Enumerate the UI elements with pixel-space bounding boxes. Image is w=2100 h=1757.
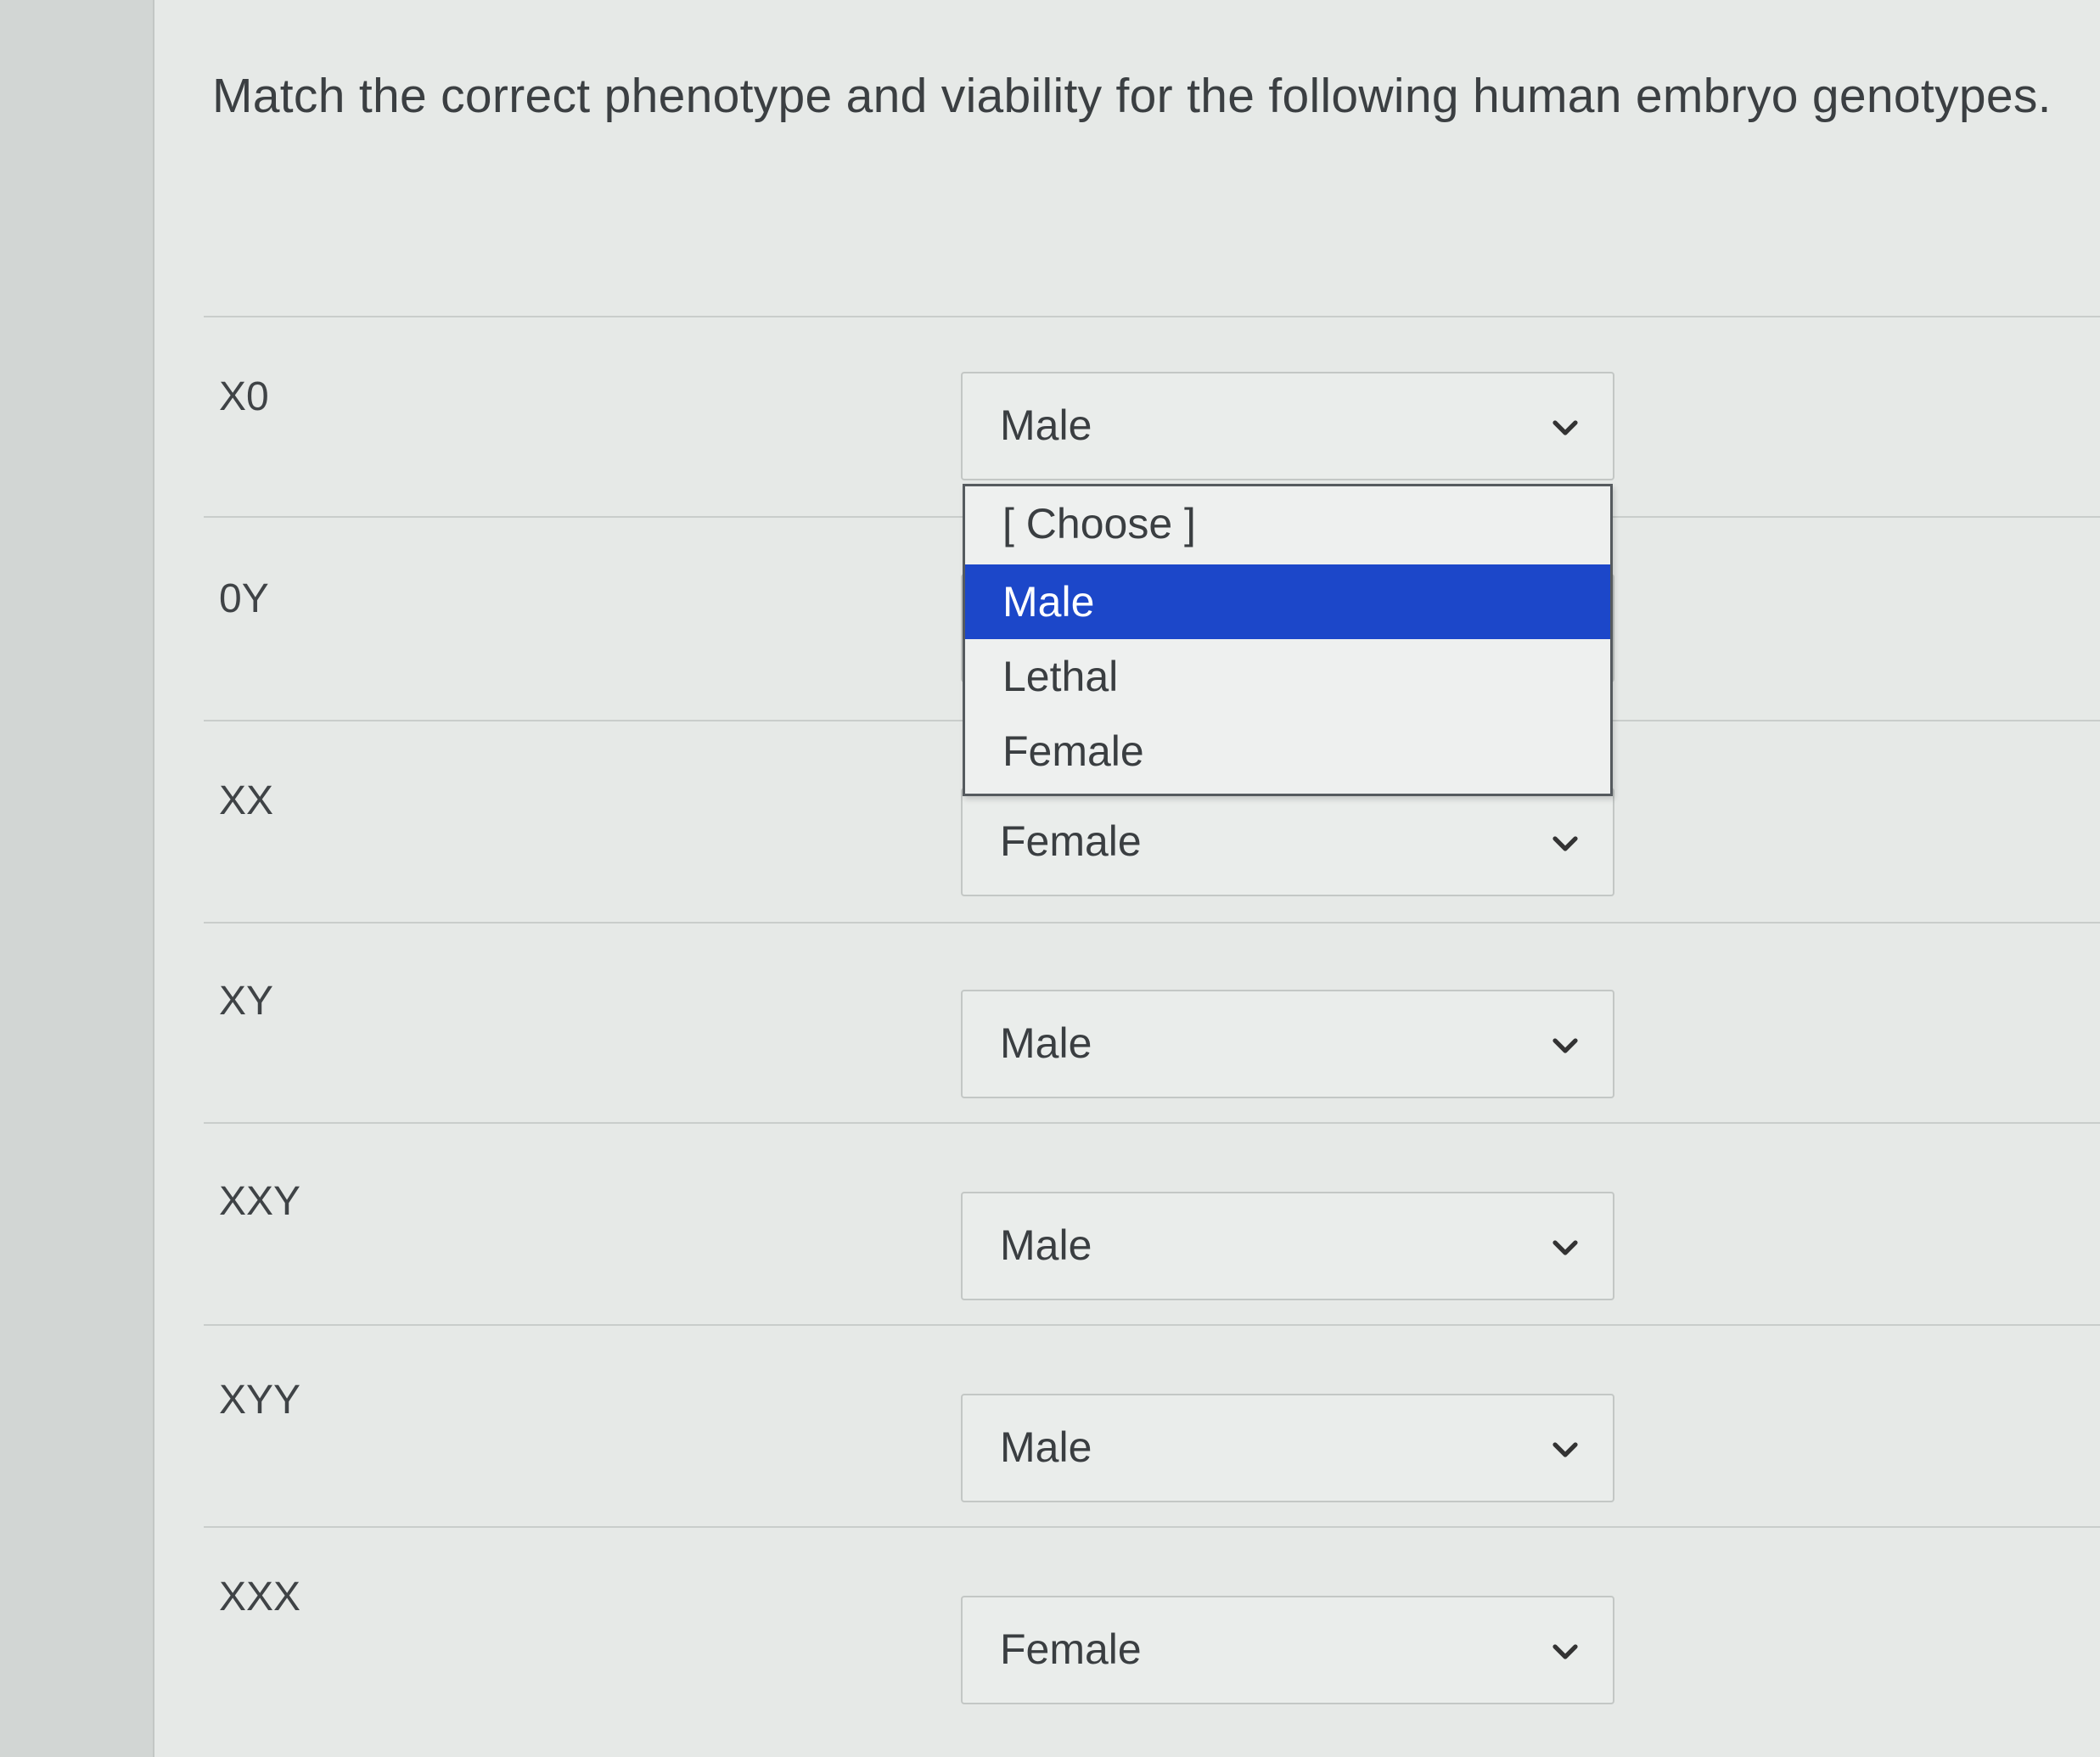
chevron-down-icon: [1553, 836, 1578, 851]
row-divider: [204, 316, 2100, 317]
phenotype-select-x0[interactable]: Male: [961, 372, 1614, 480]
row-divider: [204, 1122, 2100, 1124]
select-value: Female: [1000, 817, 1142, 865]
genotype-label-xx: XX: [219, 778, 274, 823]
dropdown-options-list: [ Choose ] Male Lethal Female: [963, 484, 1613, 796]
genotype-label-xxy: XXY: [219, 1179, 301, 1224]
genotype-label-xxx: XXX: [219, 1575, 301, 1619]
row-divider: [204, 1324, 2100, 1326]
select-value: Male: [1000, 401, 1092, 449]
option-male[interactable]: Male: [965, 564, 1610, 639]
option-choose[interactable]: [ Choose ]: [965, 486, 1610, 561]
chevron-down-icon: [1553, 420, 1578, 435]
chevron-down-icon: [1553, 1644, 1578, 1659]
phenotype-select-xy[interactable]: Male: [961, 990, 1614, 1098]
genotype-label-0y: 0Y: [219, 576, 269, 621]
phenotype-select-xyy[interactable]: Male: [961, 1394, 1614, 1502]
select-value: Male: [1000, 1221, 1092, 1269]
left-gutter: [0, 0, 154, 1757]
phenotype-select-xx[interactable]: Female: [961, 788, 1614, 896]
phenotype-select-xxy[interactable]: Male: [961, 1192, 1614, 1300]
chevron-down-icon: [1553, 1038, 1578, 1053]
genotype-label-xyy: XYY: [219, 1378, 301, 1423]
genotype-label-xy: XY: [219, 979, 274, 1024]
row-divider: [204, 922, 2100, 923]
row-divider: [204, 1526, 2100, 1528]
chevron-down-icon: [1553, 1442, 1578, 1457]
option-lethal[interactable]: Lethal: [965, 639, 1610, 714]
select-value: Male: [1000, 1019, 1092, 1067]
select-value: Female: [1000, 1625, 1142, 1673]
question-text: Match the correct phenotype and viabilit…: [212, 69, 2052, 123]
select-value: Male: [1000, 1423, 1092, 1471]
option-female[interactable]: Female: [965, 714, 1610, 789]
phenotype-select-xxx[interactable]: Female: [961, 1596, 1614, 1704]
chevron-down-icon: [1553, 1240, 1578, 1255]
genotype-label-x0: X0: [219, 374, 269, 419]
